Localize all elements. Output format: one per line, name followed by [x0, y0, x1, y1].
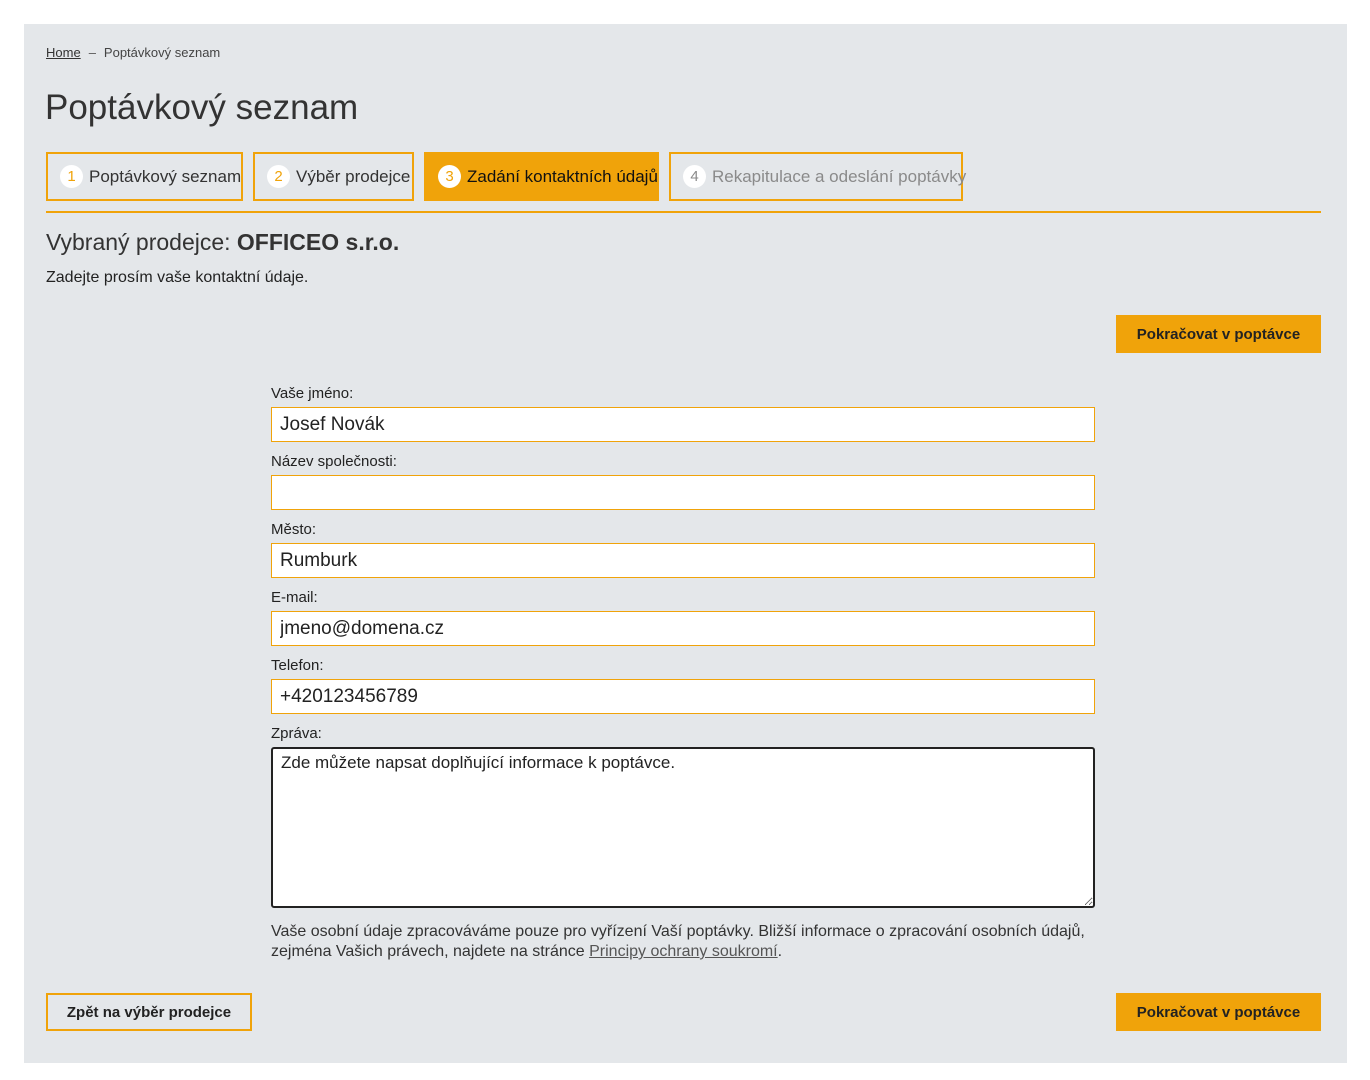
continue-button-top[interactable]: Pokračovat v poptávce: [1116, 315, 1321, 353]
phone-field-group: Telefon:: [271, 656, 1095, 724]
step-label: Rekapitulace a odeslání poptávky: [712, 166, 967, 186]
message-label: Zpráva:: [271, 725, 322, 742]
step-2[interactable]: 2 Výběr prodejce: [253, 152, 414, 201]
step-4: 4 Rekapitulace a odeslání poptávky: [669, 152, 967, 201]
message-field-group: Zpráva: Zde můžete napsat doplňující inf…: [271, 724, 1095, 908]
step-3[interactable]: 3 Zadání kontaktních údajů: [424, 152, 659, 201]
privacy-suffix: .: [777, 943, 783, 960]
phone-label: Telefon:: [271, 657, 324, 674]
continue-button-bottom[interactable]: Pokračovat v poptávce: [1116, 993, 1321, 1031]
email-field-group: E-mail:: [271, 588, 1095, 656]
message-textarea[interactable]: Zde můžete napsat doplňující informace k…: [271, 747, 1095, 908]
vendor-prefix: Vybraný prodejce:: [46, 229, 231, 255]
selected-vendor: Vybraný prodejce: OFFICEO s.r.o.: [46, 229, 399, 256]
company-input[interactable]: [271, 475, 1095, 510]
name-field-group: Vaše jméno:: [271, 384, 1095, 452]
privacy-notice: Vaše osobní údaje zpracováváme pouze pro…: [271, 922, 1101, 962]
vendor-name: OFFICEO s.r.o.: [236, 229, 400, 255]
phone-input[interactable]: [271, 679, 1095, 714]
step-label: Výběr prodejce: [296, 166, 411, 186]
breadcrumb-separator: –: [88, 45, 96, 60]
city-label: Město:: [271, 521, 317, 538]
page-title: Poptávkový seznam: [45, 88, 359, 127]
breadcrumb-current: Poptávkový seznam: [103, 45, 221, 60]
contact-form: Vaše jméno: Název společnosti: Město: E-…: [271, 384, 1095, 908]
checkout-steps: 1 Poptávkový seznam 2 Výběr prodejce 3 Z…: [46, 152, 973, 201]
email-label: E-mail:: [271, 589, 318, 606]
instructions-text: Zadejte prosím vaše kontaktní údaje.: [46, 269, 309, 286]
content-panel: Home – Poptávkový seznam Poptávkový seznam…: [24, 24, 1347, 1063]
city-input[interactable]: [271, 543, 1095, 578]
breadcrumb-home-link[interactable]: Home: [46, 45, 81, 60]
step-label: Zadání kontaktních údajů: [467, 166, 658, 186]
email-input[interactable]: [271, 611, 1095, 646]
step-number: 3: [438, 165, 461, 188]
company-label: Název společnosti:: [271, 453, 397, 470]
step-number: 2: [267, 165, 290, 188]
back-to-vendor-button[interactable]: Zpět na výběr prodejce: [46, 993, 252, 1031]
name-label: Vaše jméno:: [271, 385, 354, 402]
step-1[interactable]: 1 Poptávkový seznam: [46, 152, 243, 201]
name-input[interactable]: [271, 407, 1095, 442]
step-number: 4: [683, 165, 706, 188]
city-field-group: Město:: [271, 520, 1095, 588]
step-label: Poptávkový seznam: [89, 166, 242, 186]
company-field-group: Název společnosti:: [271, 452, 1095, 520]
steps-divider: [46, 211, 1321, 213]
step-number: 1: [60, 165, 83, 188]
breadcrumb: Home – Poptávkový seznam: [46, 45, 220, 60]
privacy-policy-link[interactable]: Principy ochrany soukromí: [589, 943, 778, 960]
